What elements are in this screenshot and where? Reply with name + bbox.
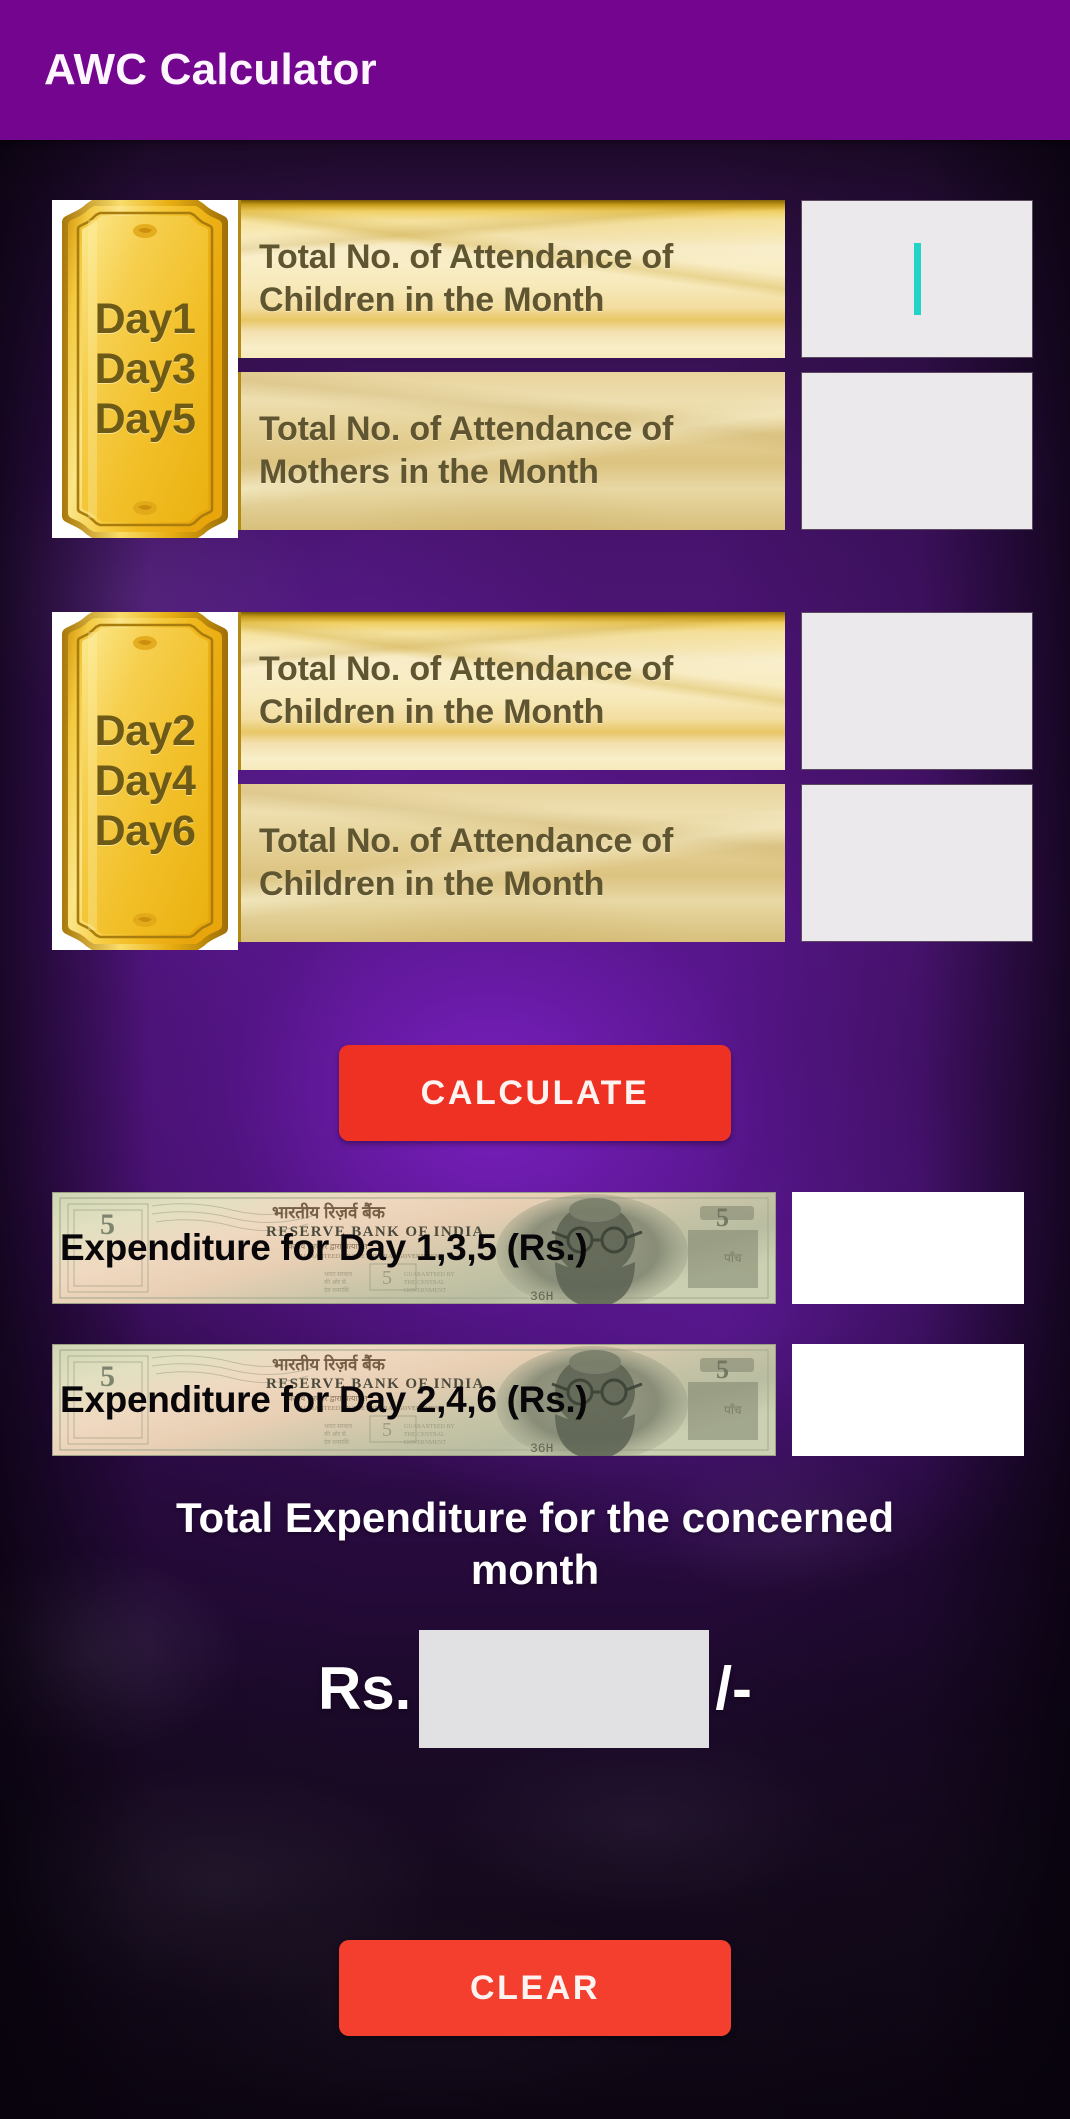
svg-text:भारतीय रिज़र्व बैंक: भारतीय रिज़र्व बैंक xyxy=(272,1202,386,1222)
attendance-row-mothers-135: Total No. of Attendance of Mothers in th… xyxy=(238,372,1033,530)
svg-text:THE CENTRAL: THE CENTRAL xyxy=(404,1280,445,1286)
banner-label-text: Total No. of Attendance of Mothers in th… xyxy=(259,410,674,491)
banknote-label-246: 5 भारतीय रिज़र्व बैंक RESERVE BANK OF IN… xyxy=(52,1344,776,1456)
svg-text:36H: 36H xyxy=(530,1289,553,1304)
attendance-row-children-246-b: Total No. of Attendance of Children in t… xyxy=(238,784,1033,942)
input-attendance-children-135[interactable] xyxy=(801,200,1033,358)
total-expenditure-title: Total Expenditure for the concerned mont… xyxy=(176,1494,894,1594)
banknote-label-135: 5 भारतीय रिज़र्व बैंक RESERVE BANK OF IN… xyxy=(52,1192,776,1304)
svg-text:पाँच: पाँच xyxy=(724,1403,742,1417)
banner-label-children-135: Total No. of Attendance of Children in t… xyxy=(238,200,785,358)
day-card-246: Day2 Day4 Day6 Total No. of Attendance o… xyxy=(52,612,1033,950)
total-expenditure-row: Rs. /- xyxy=(0,1630,1070,1748)
svg-text:भारतीय रिज़र्व बैंक: भारतीय रिज़र्व बैंक xyxy=(272,1354,386,1374)
app-title: AWC Calculator xyxy=(44,45,377,94)
svg-text:पाँच: पाँच xyxy=(724,1251,742,1265)
expenditure-label-135: Expenditure for Day 1,3,5 (Rs.) xyxy=(60,1227,588,1268)
svg-text:5: 5 xyxy=(382,1267,392,1289)
input-attendance-children-246-a[interactable] xyxy=(801,612,1033,770)
day-card-135-rows: Total No. of Attendance of Children in t… xyxy=(238,200,1033,538)
banner-label-children-246-a: Total No. of Attendance of Children in t… xyxy=(238,612,785,770)
expenditure-row-135: 5 भारतीय रिज़र्व बैंक RESERVE BANK OF IN… xyxy=(52,1192,1024,1304)
svg-text:देय धनराशि: देय धनराशि xyxy=(324,1286,350,1294)
svg-text:देय धनराशि: देय धनराशि xyxy=(324,1438,350,1446)
svg-text:5: 5 xyxy=(716,1203,729,1232)
svg-text:5: 5 xyxy=(382,1419,392,1441)
svg-text:की ओर से: की ओर से xyxy=(324,1430,347,1438)
input-attendance-children-246-b[interactable] xyxy=(801,784,1033,942)
banner-label-children-246-b: Total No. of Attendance of Children in t… xyxy=(238,784,785,942)
banner-label-text: Total No. of Attendance of Children in t… xyxy=(259,650,674,731)
input-expenditure-246[interactable] xyxy=(792,1344,1024,1456)
calculate-button[interactable]: CALCULATE xyxy=(339,1045,731,1141)
gold-plaque-246: Day2 Day4 Day6 xyxy=(52,612,238,950)
clear-button[interactable]: CLEAR xyxy=(339,1940,731,2036)
banner-label-mothers-135: Total No. of Attendance of Mothers in th… xyxy=(238,372,785,530)
svg-text:THE CENTRAL: THE CENTRAL xyxy=(404,1432,445,1438)
attendance-row-children-246-a: Total No. of Attendance of Children in t… xyxy=(238,612,1033,770)
banner-label-text: Total No. of Attendance of Children in t… xyxy=(259,822,674,903)
svg-text:GOVERNMENT: GOVERNMENT xyxy=(404,1288,446,1294)
svg-text:GUARANTEED BY: GUARANTEED BY xyxy=(404,1272,455,1278)
input-expenditure-135[interactable] xyxy=(792,1192,1024,1304)
plaque-shape-icon xyxy=(62,612,228,950)
input-total-expenditure[interactable] xyxy=(419,1630,710,1748)
banner-row-gap xyxy=(238,770,1024,784)
svg-text:36H: 36H xyxy=(530,1441,553,1456)
banner-label-text: Total No. of Attendance of Children in t… xyxy=(259,238,674,319)
svg-text:GOVERNMENT: GOVERNMENT xyxy=(404,1440,446,1446)
app-root: AWC Calculator Day1 Day3 Day5 Total No. … xyxy=(0,0,1070,2119)
svg-text:GUARANTEED BY: GUARANTEED BY xyxy=(404,1424,455,1430)
svg-text:5: 5 xyxy=(716,1355,729,1384)
gold-plaque-135: Day1 Day3 Day5 xyxy=(52,200,238,538)
banner-row-gap xyxy=(238,358,1024,372)
app-bar: AWC Calculator xyxy=(0,0,1070,140)
day-card-135: Day1 Day3 Day5 Total No. of Attendance o… xyxy=(52,200,1033,538)
rupee-prefix-label: Rs. xyxy=(317,1655,412,1722)
input-attendance-mothers-135[interactable] xyxy=(801,372,1033,530)
text-caret-icon xyxy=(913,243,921,315)
svg-text:की ओर से: की ओर से xyxy=(324,1278,347,1286)
attendance-row-children-135: Total No. of Attendance of Children in t… xyxy=(238,200,1033,358)
rupee-suffix-label: /- xyxy=(715,1655,753,1722)
expenditure-label-246: Expenditure for Day 2,4,6 (Rs.) xyxy=(60,1379,588,1420)
day-card-246-rows: Total No. of Attendance of Children in t… xyxy=(238,612,1033,950)
svg-text:भारत सरकार: भारत सरकार xyxy=(324,1424,353,1430)
plaque-shape-icon xyxy=(62,200,228,538)
svg-text:भारत सरकार: भारत सरकार xyxy=(324,1272,353,1278)
expenditure-row-246: 5 भारतीय रिज़र्व बैंक RESERVE BANK OF IN… xyxy=(52,1344,1024,1456)
